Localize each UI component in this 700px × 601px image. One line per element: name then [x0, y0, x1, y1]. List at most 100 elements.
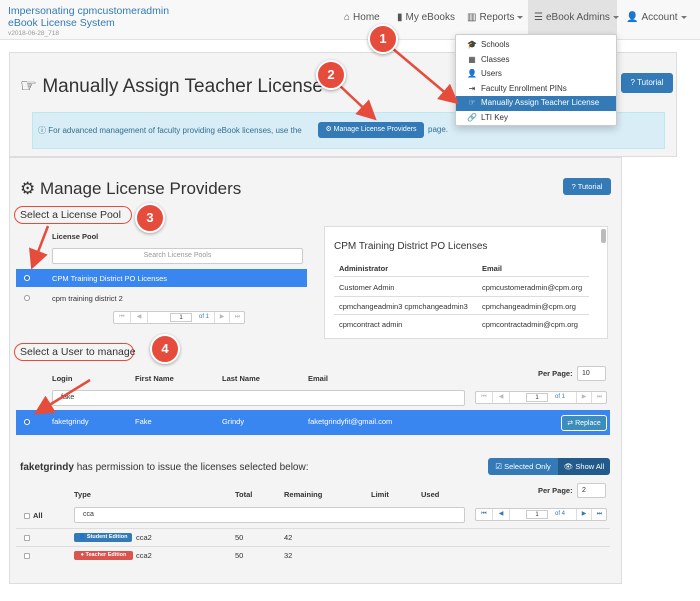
student-edition-badge: 👤 Student Edition	[74, 533, 132, 542]
app-name[interactable]: eBook License System	[8, 17, 115, 29]
page-total: of 1	[198, 314, 209, 320]
hand-point-right-icon: ☞	[20, 76, 38, 97]
impersonation-text[interactable]: Impersonating cpmcustomeradmin	[8, 5, 169, 17]
replace-button[interactable]: ⇄ Replace	[561, 415, 607, 431]
pool-search-input[interactable]: Search License Pools	[52, 248, 303, 264]
tutorial-button[interactable]: ? Tutorial	[621, 73, 673, 93]
divider	[334, 276, 589, 277]
pool-admin-title: CPM Training District PO Licenses	[334, 241, 488, 252]
admin-email: cpmcustomeradmin@cpm.org	[482, 283, 583, 292]
question-circle-icon: ?	[571, 182, 576, 191]
page-total: of 1	[554, 394, 565, 400]
last-page-icon[interactable]: ⏭	[230, 312, 245, 323]
first-page-icon[interactable]: ⏮	[476, 392, 493, 403]
providers-title: ⚙ Manage License Providers	[20, 179, 242, 198]
pool-admin-panel: CPM Training District PO Licenses Admini…	[324, 226, 608, 339]
user-login: faketgrindy	[52, 417, 89, 426]
admin-column-header: Administrator	[339, 264, 389, 273]
table-row[interactable]: faketgrindy Fake Grindy faketgrindyfit@g…	[16, 410, 610, 435]
graduation-cap-icon: 🎓	[467, 40, 477, 49]
nav-ebook-admins[interactable]: ☰ eBook Admins	[528, 0, 619, 36]
table-row[interactable]: ● Teacher Edition cca2 50 32	[16, 546, 610, 564]
user-search-input[interactable]: fake	[52, 390, 465, 406]
email-column-header: Email	[482, 264, 503, 273]
exchange-icon: ⇄	[567, 420, 574, 427]
prev-page-icon[interactable]: ◀	[131, 312, 148, 323]
pool-name: cpm training district 2	[52, 294, 123, 303]
manage-license-providers-button[interactable]: ⚙ Manage License Providers	[318, 122, 424, 138]
user-radio[interactable]	[24, 419, 30, 425]
user-icon: 👤	[467, 69, 477, 78]
admin-email: cpmchangeadmin@cpm.org	[482, 302, 576, 311]
last-page-icon[interactable]: ⏭	[592, 392, 607, 403]
nav-reports[interactable]: ▥ Reports	[461, 0, 529, 36]
show-all-button[interactable]: 👁 Show All	[558, 458, 610, 475]
table-row[interactable]: cpm training district 2	[16, 289, 307, 307]
last-page-icon[interactable]: ⏭	[592, 509, 607, 520]
home-icon: ⌂	[344, 12, 351, 23]
admin-name: cpmchangeadmin3 cpmchangeadmin3	[339, 302, 468, 311]
license-search-input[interactable]: cca	[74, 507, 465, 523]
pool-radio[interactable]	[24, 275, 30, 281]
pool-column-header: License Pool	[52, 232, 99, 241]
license-checkbox[interactable]	[24, 535, 30, 541]
gear-icon: ⚙	[325, 126, 332, 133]
callout-badge-4: 4	[150, 334, 180, 364]
first-page-icon[interactable]: ⏮	[476, 509, 493, 520]
menu-item-users[interactable]: 👤 Users	[456, 67, 616, 82]
selected-only-button[interactable]: ☑ Selected Only	[488, 458, 558, 475]
divider	[334, 314, 589, 315]
total-column-header: Total	[235, 490, 253, 499]
pool-radio[interactable]	[24, 295, 30, 301]
menu-item-manually-assign-teacher-license[interactable]: ☞ Manually Assign Teacher License	[456, 96, 616, 111]
page-input[interactable]: 1	[170, 313, 192, 322]
check-square-icon: ☑	[495, 462, 502, 471]
select-all-checkbox[interactable]	[24, 513, 30, 519]
user-first-name: Fake	[135, 417, 152, 426]
page-input[interactable]: 1	[526, 393, 548, 402]
license-checkbox[interactable]	[24, 553, 30, 559]
user-email: faketgrindyfit@gmail.com	[308, 417, 393, 426]
prev-page-icon[interactable]: ◀	[493, 509, 510, 520]
caret-down-icon	[612, 15, 619, 19]
teacher-edition-badge: ● Teacher Edition	[74, 551, 133, 560]
menu-item-lti-key[interactable]: 🔗 LTI Key	[456, 111, 616, 126]
scrollbar[interactable]	[601, 229, 606, 243]
next-page-icon[interactable]: ▶	[576, 509, 592, 520]
bar-chart-icon: ▥	[467, 12, 477, 23]
admin-name: cpmcontract admin	[339, 320, 403, 329]
page-title: ☞ Manually Assign Teacher License	[20, 76, 323, 97]
eye-icon: 👁	[563, 462, 574, 471]
prev-page-icon[interactable]: ◀	[493, 392, 510, 403]
version-label: v2018-06-28_718	[8, 30, 59, 37]
first-page-icon[interactable]: ⏮	[114, 312, 131, 323]
pool-heading: Select a License Pool	[20, 209, 121, 221]
page-input[interactable]: 1	[526, 510, 548, 519]
ebook-admins-dropdown: 🎓 Schools ▦ Classes 👤 Users ⇥ Faculty Enroll…	[455, 34, 617, 126]
caret-down-icon	[517, 15, 524, 19]
providers-tutorial-button[interactable]: ? Tutorial	[563, 178, 611, 195]
list-icon: ☰	[534, 12, 543, 23]
limit-column-header: Limit	[371, 490, 389, 499]
table-row[interactable]: CPM Training District PO Licenses	[16, 269, 307, 287]
table-row[interactable]: 👤 Student Edition cca2 50 42	[16, 528, 610, 546]
user-icon: 👤	[626, 12, 639, 23]
pool-name: CPM Training District PO Licenses	[52, 274, 168, 283]
page-total: of 4	[554, 511, 565, 517]
book-icon: ▮	[397, 12, 403, 23]
link-icon: 🔗	[467, 112, 477, 122]
nav-my-ebooks[interactable]: ▮ My eBooks	[391, 0, 461, 36]
question-circle-icon: ?	[630, 78, 635, 87]
select-all-label: All	[33, 511, 43, 520]
next-page-icon[interactable]: ▶	[214, 312, 230, 323]
menu-item-schools[interactable]: 🎓 Schools	[456, 38, 616, 53]
menu-item-faculty-enrollment-pins[interactable]: ⇥ Faculty Enrollment PINs	[456, 82, 616, 97]
first-name-column-header: First Name	[135, 374, 174, 383]
nav-account[interactable]: 👤 Account	[620, 0, 693, 36]
next-page-icon[interactable]: ▶	[576, 392, 592, 403]
license-pager: ⏮ ◀ 1 of 4 ▶ ⏭	[475, 508, 607, 521]
license-per-page-stepper[interactable]: 2	[577, 483, 606, 498]
per-page-input[interactable]: 10	[577, 366, 606, 381]
user-pager: ⏮ ◀ 1 of 1 ▶ ⏭	[475, 391, 607, 404]
menu-item-classes[interactable]: ▦ Classes	[456, 53, 616, 68]
